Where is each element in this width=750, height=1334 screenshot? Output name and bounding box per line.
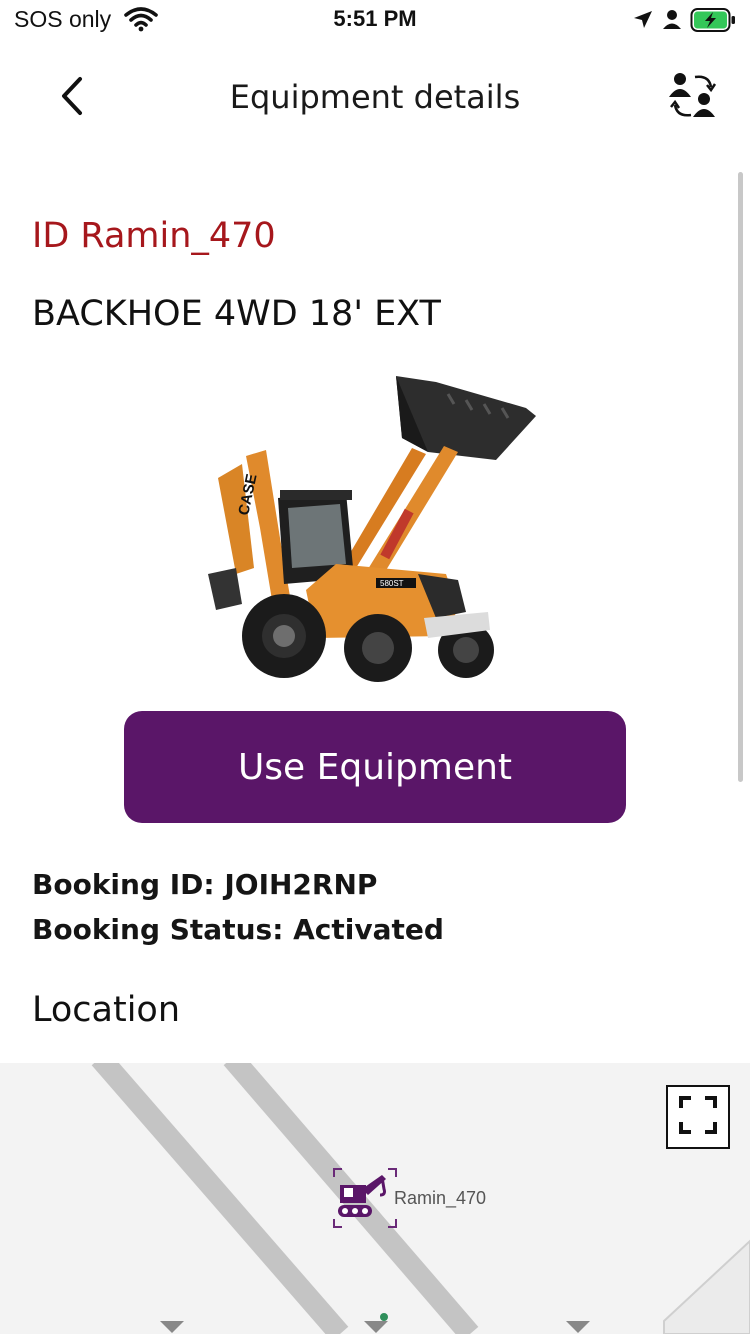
page-title: Equipment details — [229, 78, 521, 116]
use-equipment-button[interactable]: Use Equipment — [124, 711, 626, 823]
equipment-name: BACKHOE 4WD 18' EXT — [32, 294, 441, 334]
location-arrow-icon — [632, 9, 654, 35]
battery-charging-icon — [690, 7, 738, 37]
location-map[interactable]: Ramin_470 — [0, 1063, 750, 1334]
excavator-marker-icon — [332, 1168, 398, 1233]
swap-users-icon — [667, 71, 721, 125]
booking-id: Booking ID: JOIH2RNP — [32, 868, 378, 901]
status-bar: SOS only 5:51 PM — [0, 0, 750, 44]
backhoe-loader-image: CASE 580ST — [196, 368, 556, 698]
navigation-bar: Equipment details — [0, 56, 750, 140]
swap-users-button[interactable] — [664, 70, 724, 126]
svg-text:580ST: 580ST — [380, 579, 404, 588]
equipment-id: ID Ramin_470 — [32, 216, 276, 256]
equipment-map-marker[interactable] — [332, 1167, 398, 1229]
map-marker-label: Ramin_470 — [394, 1188, 487, 1208]
location-heading: Location — [32, 990, 181, 1030]
booking-status: Booking Status: Activated — [32, 913, 444, 946]
person-icon — [662, 9, 682, 35]
map-fullscreen-button[interactable] — [666, 1085, 730, 1149]
scrollbar[interactable] — [738, 172, 743, 782]
fullscreen-icon — [679, 1096, 717, 1138]
